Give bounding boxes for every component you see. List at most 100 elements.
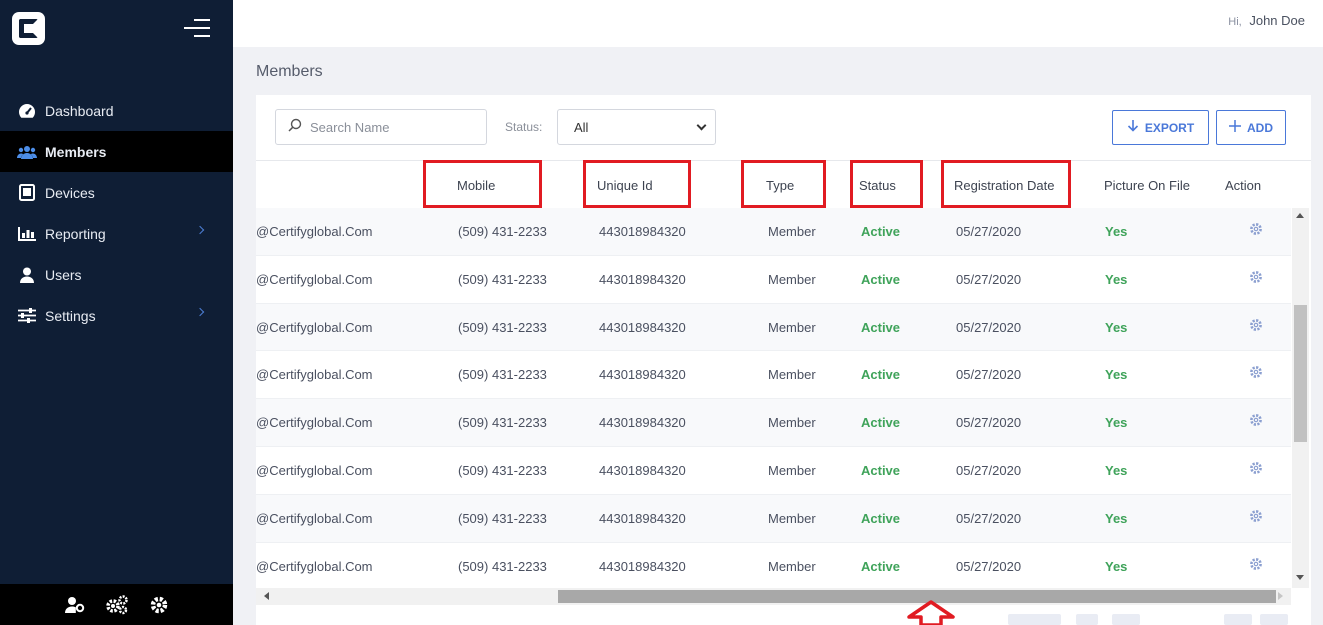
row-settings-gear-icon[interactable] — [1249, 222, 1263, 239]
search-box[interactable] — [275, 109, 487, 145]
scroll-right-arrow-icon[interactable] — [1278, 592, 1283, 600]
sidebar-item-members[interactable]: Members — [0, 131, 233, 172]
vertical-scrollbar[interactable] — [1292, 208, 1309, 588]
menu-toggle-icon[interactable] — [184, 17, 210, 39]
table-row[interactable]: @Certifyglobal.Com (509) 431-2233 44301898… — [256, 399, 1291, 447]
row-settings-gear-icon[interactable] — [1249, 461, 1263, 478]
column-header-action: Action — [1225, 178, 1262, 193]
export-button-label: EXPORT — [1144, 120, 1195, 135]
app-logo[interactable] — [12, 12, 45, 45]
cell-picture: Yes — [1105, 271, 1128, 287]
table-row[interactable]: @Certifyglobal.Com (509) 431-2233 44301898… — [256, 447, 1291, 495]
sidebar-item-label: Dashboard — [45, 102, 114, 119]
gears-icon[interactable] — [105, 593, 129, 617]
cell-type: Member — [768, 224, 816, 239]
sidebar-item-users[interactable]: Users — [0, 254, 233, 295]
cell-unique-id: 443018984320 — [599, 510, 686, 526]
cell-status: Active — [861, 510, 901, 526]
cell-status: Active — [861, 415, 901, 431]
cell-type: Member — [768, 367, 816, 383]
pagination-control[interactable] — [1224, 614, 1252, 625]
cell-email: @Certifyglobal.Com — [256, 271, 373, 287]
highlight-box-mobile — [423, 160, 542, 208]
chevron-right-icon — [195, 225, 205, 235]
cell-status: Active — [861, 271, 901, 287]
cell-status: Active — [861, 224, 901, 239]
pagination-control[interactable] — [1076, 614, 1098, 625]
user-greeting[interactable]: Hi, John Doe — [1228, 13, 1305, 28]
search-input[interactable] — [310, 119, 480, 135]
cell-registration-date: 05/27/2020 — [956, 463, 1022, 478]
cell-unique-id: 443018984320 — [599, 415, 686, 431]
cell-email: @Certifyglobal.Com — [256, 415, 373, 431]
row-settings-gear-icon[interactable] — [1249, 557, 1263, 574]
scroll-up-arrow-icon[interactable] — [1296, 213, 1304, 218]
table-row[interactable]: @Certifyglobal.Com (509) 431-2233 44301898… — [256, 351, 1291, 400]
sidebar-item-reporting[interactable]: Reporting — [0, 213, 233, 254]
sidebar-item-label: Settings — [45, 307, 96, 324]
cell-type: Member — [768, 271, 816, 287]
annotation-up-arrow-icon — [907, 600, 955, 625]
cell-registration-date: 05/27/2020 — [956, 224, 1022, 239]
sidebar-nav: Dashboard Members Devices Reporting User… — [0, 90, 233, 336]
cell-unique-id: 443018984320 — [599, 558, 686, 574]
row-settings-gear-icon[interactable] — [1249, 270, 1263, 287]
highlight-box-status — [850, 160, 923, 208]
sidebar-footer — [0, 584, 233, 625]
cell-mobile: (509) 431-2233 — [458, 415, 547, 431]
add-button-label: ADD — [1247, 120, 1273, 135]
cell-type: Member — [768, 463, 816, 478]
table-row[interactable]: @Certifyglobal.Com (509) 431-2233 44301898… — [256, 256, 1291, 304]
bar-chart-icon — [17, 224, 37, 244]
cell-registration-date: 05/27/2020 — [956, 415, 1022, 431]
add-member-button[interactable]: ADD — [1216, 110, 1286, 145]
table-row[interactable]: @Certifyglobal.Com (509) 431-2233 44301898… — [256, 208, 1291, 256]
cell-email: @Certifyglobal.Com — [256, 367, 373, 383]
sidebar-item-devices[interactable]: Devices — [0, 172, 233, 213]
table-row[interactable]: @Certifyglobal.Com (509) 431-2233 44301898… — [256, 303, 1291, 352]
download-arrow-icon — [1127, 120, 1139, 135]
pagination-control[interactable] — [1260, 614, 1288, 625]
row-settings-gear-icon[interactable] — [1249, 365, 1263, 382]
cell-picture: Yes — [1105, 415, 1128, 431]
table-row[interactable]: @Certifyglobal.Com (509) 431-2233 44301898… — [256, 543, 1291, 588]
horizontal-scrollbar[interactable] — [256, 588, 1291, 605]
cell-registration-date: 05/27/2020 — [956, 271, 1022, 287]
cell-status: Active — [861, 463, 901, 478]
pagination-control[interactable] — [1008, 614, 1061, 625]
cell-email: @Certifyglobal.Com — [256, 224, 373, 239]
cell-type: Member — [768, 415, 816, 431]
row-settings-gear-icon[interactable] — [1249, 509, 1263, 526]
cell-picture: Yes — [1105, 367, 1128, 383]
cell-unique-id: 443018984320 — [599, 463, 686, 478]
sidebar-item-dashboard[interactable]: Dashboard — [0, 90, 233, 131]
highlight-box-type — [741, 160, 826, 208]
column-header-picture-on-file[interactable]: Picture On File — [1104, 178, 1190, 193]
cell-type: Member — [768, 558, 816, 574]
plus-icon — [1229, 120, 1241, 135]
table-row[interactable]: @Certifyglobal.Com (509) 431-2233 44301898… — [256, 494, 1291, 543]
cell-mobile: (509) 431-2233 — [458, 558, 547, 574]
status-filter-select[interactable]: All — [557, 109, 716, 145]
cell-mobile: (509) 431-2233 — [458, 510, 547, 526]
cell-email: @Certifyglobal.Com — [256, 558, 373, 574]
sliders-icon — [17, 306, 37, 326]
cell-mobile: (509) 431-2233 — [458, 224, 547, 239]
cell-unique-id: 443018984320 — [599, 367, 686, 383]
cell-picture: Yes — [1105, 463, 1128, 478]
cell-mobile: (509) 431-2233 — [458, 367, 547, 383]
cell-registration-date: 05/27/2020 — [956, 319, 1022, 335]
pagination-control[interactable] — [1112, 614, 1140, 625]
row-settings-gear-icon[interactable] — [1249, 318, 1263, 335]
gear-icon[interactable] — [147, 593, 171, 617]
search-icon — [288, 118, 302, 137]
scroll-down-arrow-icon[interactable] — [1296, 575, 1304, 580]
scroll-left-arrow-icon[interactable] — [264, 592, 269, 600]
members-card: Status: All EXPORT ADD Mobile Unique Id … — [256, 95, 1311, 625]
vertical-scroll-thumb[interactable] — [1294, 305, 1307, 442]
user-gear-icon[interactable] — [63, 593, 87, 617]
cell-picture: Yes — [1105, 558, 1128, 574]
sidebar-item-settings[interactable]: Settings — [0, 295, 233, 336]
export-button[interactable]: EXPORT — [1112, 110, 1209, 145]
row-settings-gear-icon[interactable] — [1249, 413, 1263, 430]
